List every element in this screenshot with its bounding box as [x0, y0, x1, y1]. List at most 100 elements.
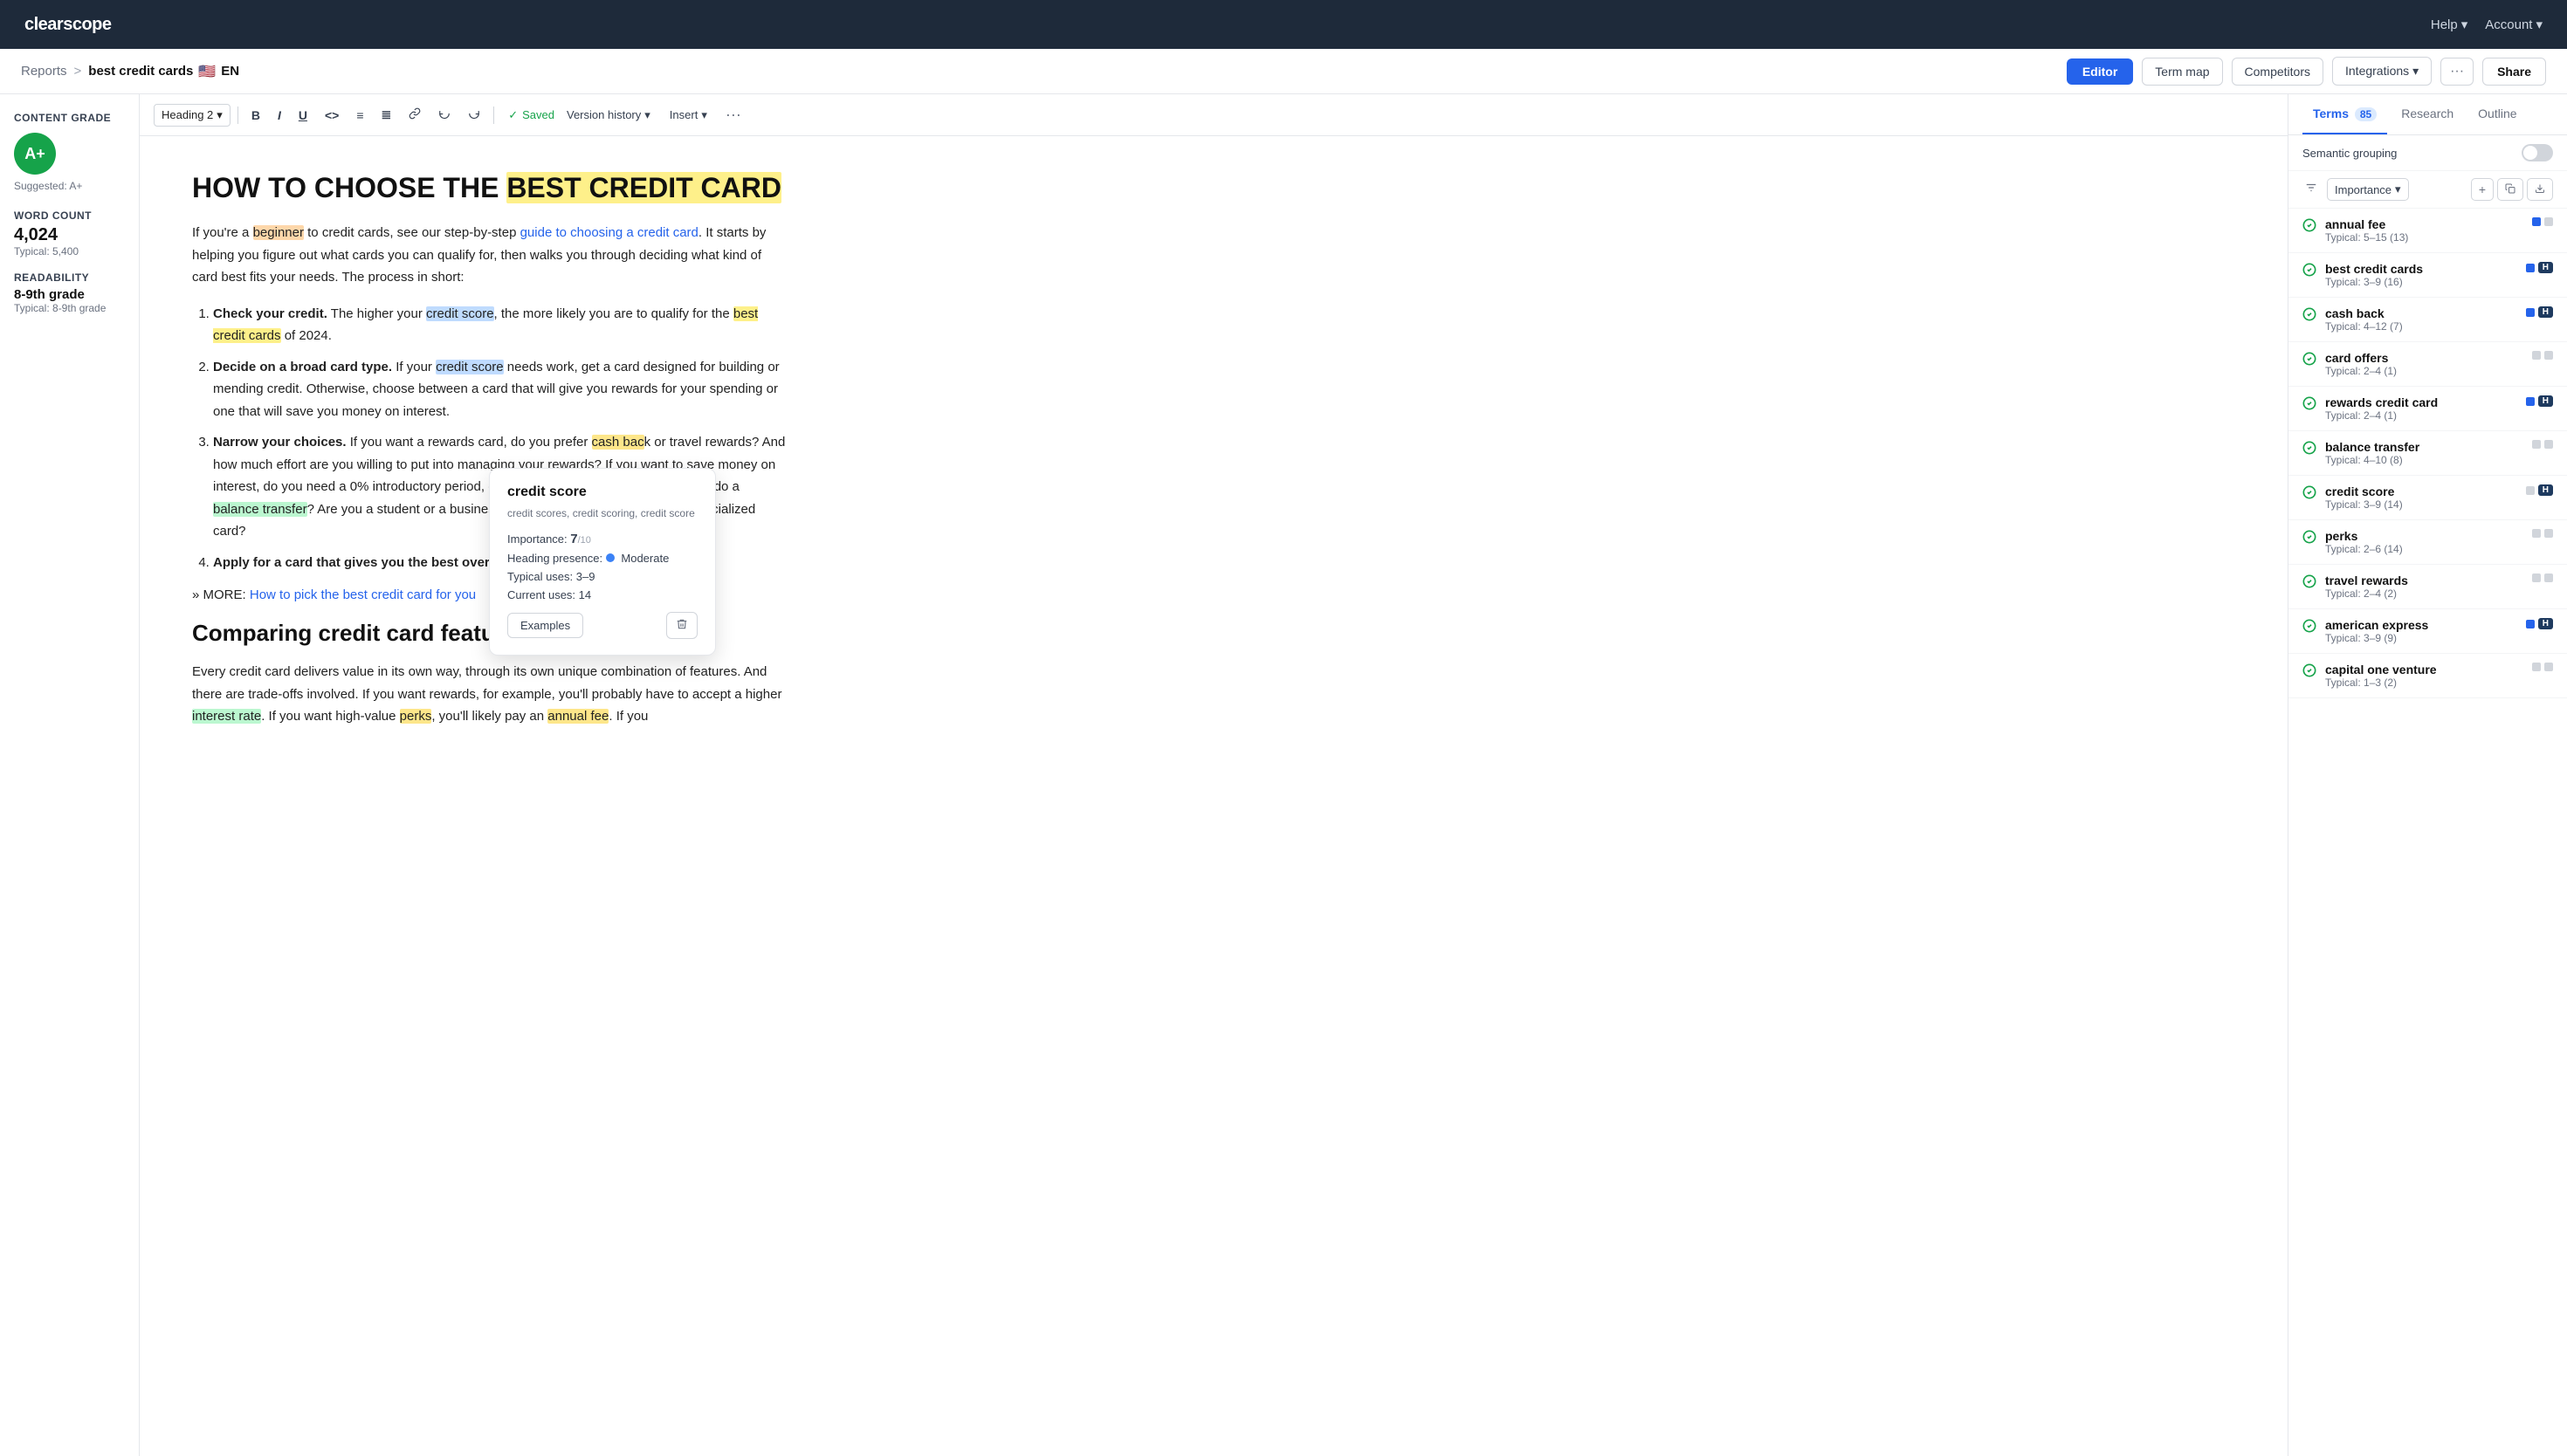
guide-link[interactable]: guide to choosing a credit card	[520, 225, 699, 240]
integrations-button[interactable]: Integrations ▾	[2332, 57, 2432, 86]
sort-actions: +	[2471, 178, 2553, 201]
term-badges: H	[2526, 484, 2553, 496]
breadcrumb-current-doc: best credit cards 🇺🇸 EN	[88, 63, 239, 80]
more-button[interactable]: ···	[2440, 58, 2474, 86]
gray-badge	[2532, 663, 2541, 671]
term-item[interactable]: credit scoreTypical: 3–9 (14)H	[2288, 476, 2567, 520]
delete-button[interactable]	[666, 612, 698, 639]
underline-button[interactable]: U	[292, 104, 313, 127]
term-check-icon	[2302, 352, 2316, 370]
term-item[interactable]: american expressTypical: 3–9 (9)H	[2288, 609, 2567, 654]
saved-indicator: ✓ Saved	[508, 108, 554, 122]
version-history-button[interactable]: Version history ▾	[560, 105, 657, 126]
content-grade-label: Content grade	[14, 112, 125, 124]
sort-direction-button[interactable]	[2302, 179, 2320, 201]
term-badges: H	[2526, 618, 2553, 629]
sort-select[interactable]: Importance ▾	[2327, 178, 2409, 201]
term-item[interactable]: travel rewardsTypical: 2–4 (2)	[2288, 565, 2567, 609]
tab-terms[interactable]: Terms 85	[2302, 94, 2387, 134]
redo-button[interactable]	[462, 103, 486, 127]
link-button[interactable]	[403, 103, 427, 127]
undo-button[interactable]	[432, 103, 457, 127]
doc-paragraph-1: If you're a beginner to credit cards, se…	[192, 222, 786, 289]
term-typical: Typical: 2–4 (1)	[2325, 409, 2517, 422]
suggested-label: Suggested: A+	[14, 180, 125, 192]
code-button[interactable]: <>	[319, 104, 345, 127]
gray-badge	[2532, 529, 2541, 538]
term-item[interactable]: perksTypical: 2–6 (14)	[2288, 520, 2567, 565]
app-logo: clearscope	[24, 15, 112, 35]
term-badges: H	[2526, 262, 2553, 273]
add-term-button[interactable]: +	[2471, 178, 2494, 201]
document-h1: HOW TO CHOOSE THE BEST CREDIT CARD	[192, 171, 786, 204]
semantic-grouping-toggle[interactable]	[2522, 144, 2553, 161]
term-check-icon	[2302, 263, 2316, 281]
main-layout: Content grade A+ Suggested: A+ Word coun…	[0, 94, 2567, 1456]
heading-select[interactable]: Heading 2 ▾	[154, 104, 231, 127]
term-map-button[interactable]: Term map	[2142, 58, 2222, 86]
h-badge: H	[2538, 306, 2553, 318]
help-link[interactable]: Help ▾	[2431, 17, 2467, 32]
tab-research[interactable]: Research	[2391, 94, 2464, 134]
gray-badge	[2532, 351, 2541, 360]
term-item[interactable]: balance transferTypical: 4–10 (8)	[2288, 431, 2567, 476]
term-name: rewards credit card	[2325, 395, 2517, 409]
term-name: perks	[2325, 529, 2523, 543]
word-count-value: 4,024	[14, 225, 125, 245]
gray-h-badge	[2544, 351, 2553, 360]
popup-importance: Importance: 7/10	[507, 532, 698, 546]
bullet-list-button[interactable]: ≡	[350, 104, 369, 127]
semantic-grouping-row: Semantic grouping	[2288, 135, 2567, 171]
term-info: travel rewardsTypical: 2–4 (2)	[2325, 573, 2523, 600]
competitors-button[interactable]: Competitors	[2232, 58, 2323, 86]
term-item[interactable]: card offersTypical: 2–4 (1)	[2288, 342, 2567, 387]
term-item[interactable]: rewards credit cardTypical: 2–4 (1)H	[2288, 387, 2567, 431]
term-info: balance transferTypical: 4–10 (8)	[2325, 440, 2523, 466]
breadcrumb-bar: Reports > best credit cards 🇺🇸 EN Editor…	[0, 49, 2567, 94]
terms-count-badge: 85	[2355, 107, 2377, 121]
ordered-list-button[interactable]: ≣	[375, 103, 397, 127]
italic-button[interactable]: I	[272, 104, 287, 127]
h-badge: H	[2538, 262, 2553, 273]
chevron-down-icon: ▾	[644, 108, 650, 122]
term-name: capital one venture	[2325, 663, 2523, 676]
breadcrumb-actions: Editor Term map Competitors Integrations…	[2067, 57, 2546, 86]
account-link[interactable]: Account ▾	[2485, 17, 2543, 32]
chevron-down-icon: ▾	[701, 108, 707, 122]
editor-content[interactable]: HOW TO CHOOSE THE BEST CREDIT CARD If yo…	[140, 136, 838, 1456]
term-typical: Typical: 2–4 (1)	[2325, 365, 2523, 377]
gray-badge	[2526, 486, 2535, 495]
editor-button[interactable]: Editor	[2067, 58, 2133, 85]
insert-button[interactable]: Insert ▾	[663, 105, 714, 126]
download-button[interactable]	[2527, 178, 2553, 201]
toolbar-divider-2	[493, 106, 494, 124]
term-name: card offers	[2325, 351, 2523, 365]
interest-rate-highlight: interest rate	[192, 709, 261, 724]
chevron-down-icon: ▾	[2395, 182, 2401, 196]
more-link[interactable]: How to pick the best credit card for you	[250, 587, 476, 602]
blue-badge	[2526, 264, 2535, 272]
term-item[interactable]: capital one ventureTypical: 1–3 (2)	[2288, 654, 2567, 698]
term-typical: Typical: 5–15 (13)	[2325, 231, 2523, 244]
term-info: card offersTypical: 2–4 (1)	[2325, 351, 2523, 377]
term-item[interactable]: annual feeTypical: 5–15 (13)	[2288, 209, 2567, 253]
term-name: balance transfer	[2325, 440, 2523, 454]
balance-transfer-highlight: balance transfer	[213, 502, 307, 517]
gray-h-badge	[2544, 663, 2553, 671]
toolbar-more-button[interactable]: ···	[719, 101, 747, 128]
term-item[interactable]: cash backTypical: 4–12 (7)H	[2288, 298, 2567, 342]
term-badges	[2532, 351, 2553, 360]
examples-button[interactable]: Examples	[507, 613, 583, 638]
term-check-icon	[2302, 574, 2316, 593]
reports-link[interactable]: Reports	[21, 64, 67, 79]
tab-outline[interactable]: Outline	[2467, 94, 2527, 134]
term-item[interactable]: best credit cardsTypical: 3–9 (16)H	[2288, 253, 2567, 298]
bold-button[interactable]: B	[245, 104, 266, 127]
readability-typical: Typical: 8-9th grade	[14, 302, 125, 314]
copy-button[interactable]	[2497, 178, 2523, 201]
term-name: american express	[2325, 618, 2517, 632]
annual-fee-highlight: annual fee	[547, 709, 609, 724]
cash-back-highlight: cash bac	[592, 435, 644, 450]
term-name: best credit cards	[2325, 262, 2517, 276]
share-button[interactable]: Share	[2482, 58, 2546, 86]
